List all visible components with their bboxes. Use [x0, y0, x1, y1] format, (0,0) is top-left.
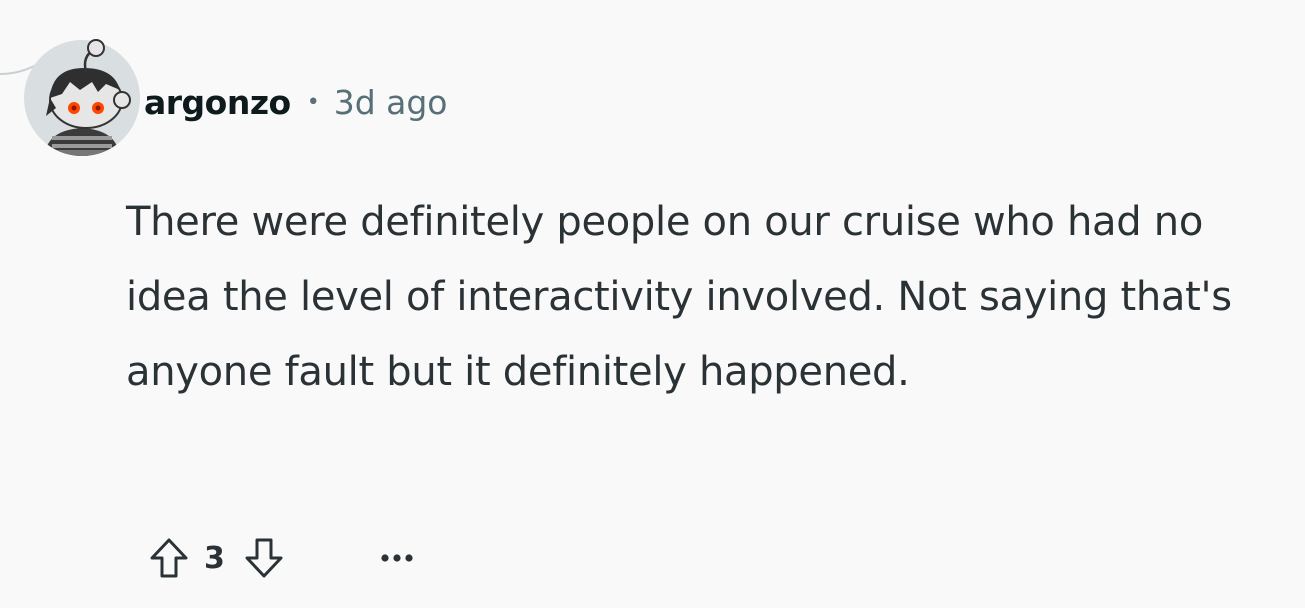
username-link[interactable]: argonzo [144, 83, 291, 122]
upvote-button[interactable] [142, 531, 196, 585]
more-options-button[interactable] [375, 536, 419, 580]
timestamp[interactable]: 3d ago [334, 83, 448, 122]
comment-actions: 3 [142, 528, 419, 588]
comment-meta: argonzo • 3d ago [144, 80, 448, 124]
upvote-arrow-icon [150, 538, 188, 578]
downvote-button[interactable] [237, 531, 291, 585]
more-options-icon [381, 554, 413, 562]
avatar[interactable] [22, 38, 142, 158]
snoo-avatar-icon [24, 39, 140, 156]
comment-body: There were definitely people on our crui… [126, 199, 1232, 395]
meta-separator: • [306, 89, 320, 115]
downvote-arrow-icon [245, 538, 283, 578]
vote-score: 3 [204, 540, 225, 576]
